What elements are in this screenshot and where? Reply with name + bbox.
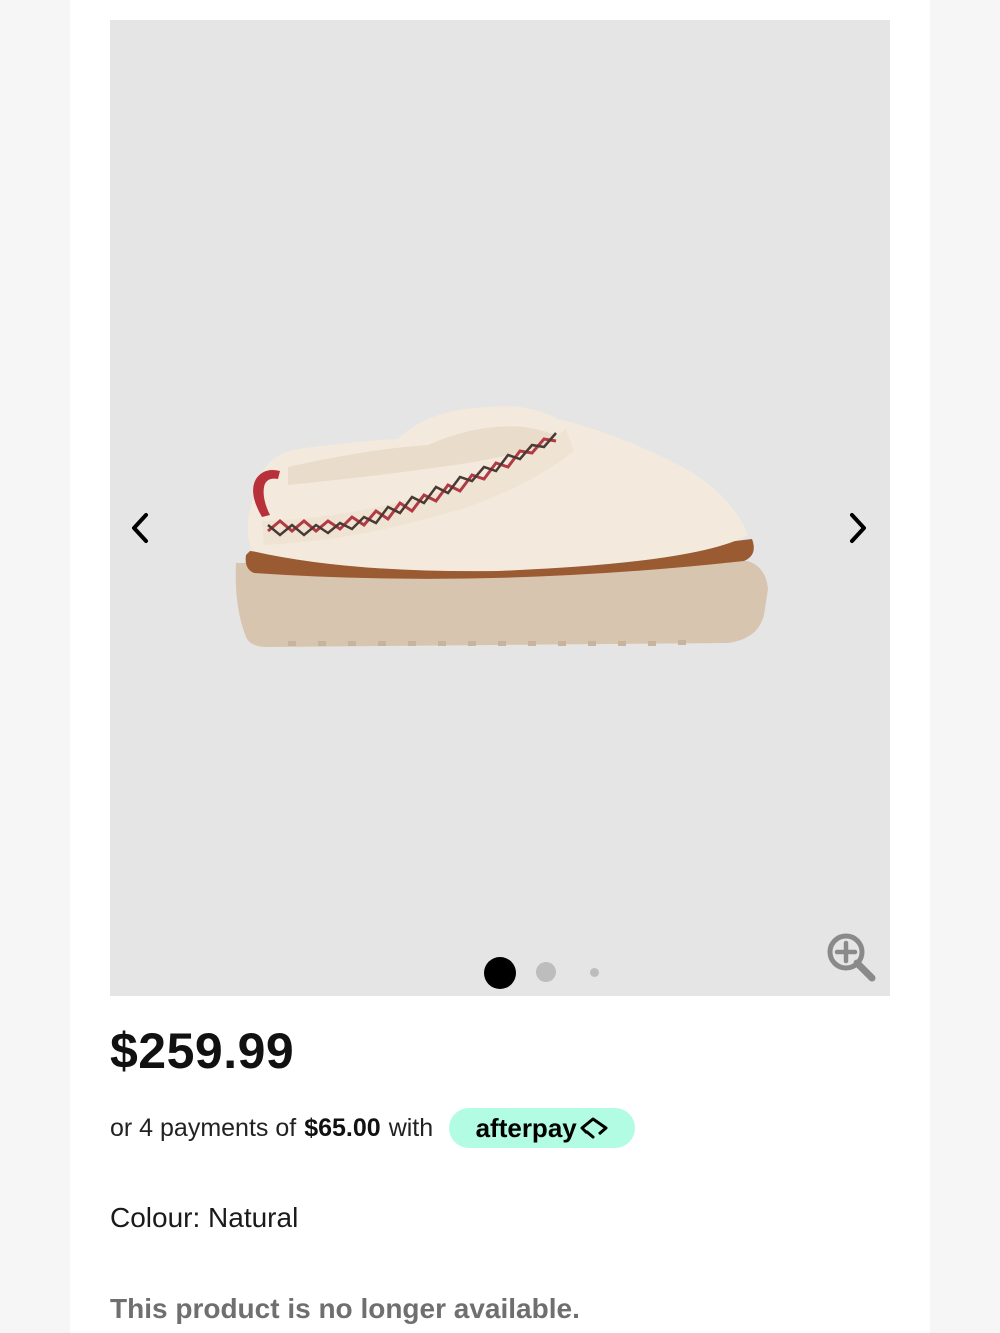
afterpay-badge[interactable]: afterpay xyxy=(449,1108,636,1148)
installment-suffix: with xyxy=(388,1113,434,1142)
product-image xyxy=(235,406,768,647)
gallery-pagination xyxy=(110,956,890,989)
colour-label: Colour: Natural xyxy=(110,1202,299,1233)
product-image-gallery[interactable] xyxy=(110,20,890,996)
pagination-dot-2[interactable] xyxy=(536,962,556,982)
availability-message: This product is no longer available. xyxy=(110,1293,580,1324)
zoom-in-icon[interactable] xyxy=(824,930,878,984)
next-image-button[interactable] xyxy=(828,490,888,566)
installment-amount: $65.00 xyxy=(304,1113,381,1142)
pagination-dot-1[interactable] xyxy=(484,957,516,989)
afterpay-arrows-icon xyxy=(580,1117,608,1139)
pagination-dot-3[interactable] xyxy=(590,968,599,977)
product-price: $259.99 xyxy=(110,1023,295,1079)
installment-info: or 4 payments of $65.00 with afterpay xyxy=(110,1108,636,1148)
chevron-right-icon xyxy=(850,513,866,543)
chevron-left-icon xyxy=(132,513,148,543)
installment-prefix: or 4 payments of xyxy=(110,1113,297,1142)
previous-image-button[interactable] xyxy=(110,490,170,566)
afterpay-logo-text: afterpay xyxy=(475,1112,577,1143)
